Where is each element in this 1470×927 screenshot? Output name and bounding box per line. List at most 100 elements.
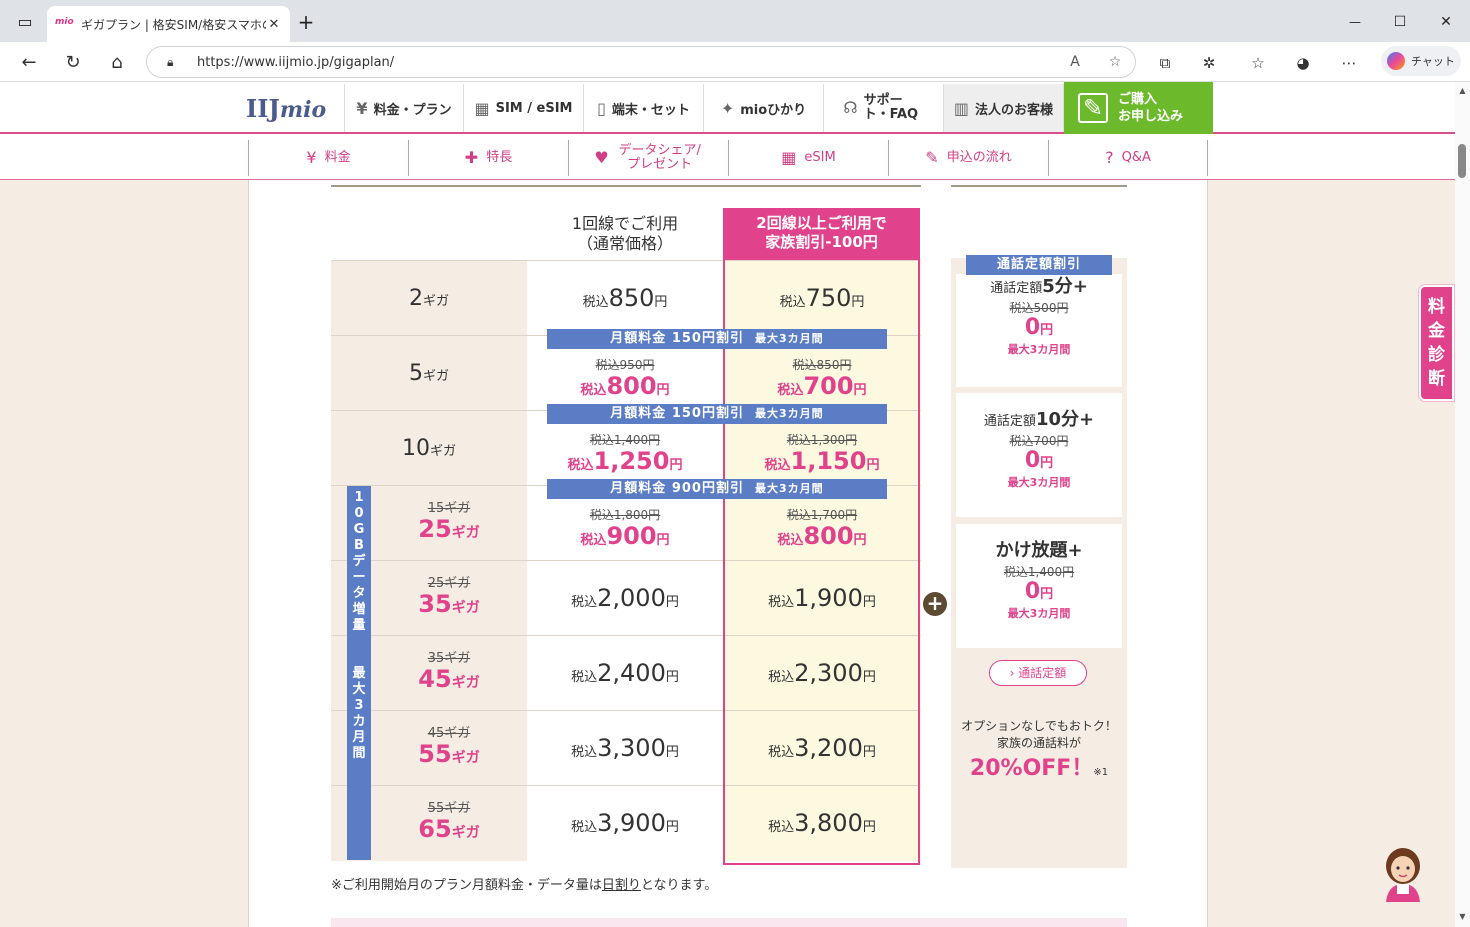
subnav-esim[interactable]: ▦ eSIM [728, 140, 888, 176]
subnav-data-share[interactable]: ♥ データシェア/プレゼント [568, 140, 728, 176]
nav-business[interactable]: ▥ 法人のお客様 [944, 84, 1064, 132]
site-header: IIJmio ¥ 料金・プラン ▦ SIM / eSIM ▯ 端末・セット ✦ mioひ… [0, 82, 1455, 134]
edit-icon: ✎ [1078, 93, 1108, 123]
family-call-promo: オプションなしでもおトク！ 家族の通話料が 20%OFF！※1 [961, 719, 1117, 781]
single-line-price: 税込2,000円 [571, 584, 679, 612]
single-line-price: 税込850円 [582, 284, 668, 312]
feature-icon: ✚ [464, 148, 479, 167]
sim-card-icon: ▦ [474, 98, 490, 118]
page-scrollbar[interactable]: ▲ ▼ [1455, 82, 1470, 927]
single-line-price: 税込3,300円 [571, 734, 679, 762]
favicon-icon: mio [55, 17, 74, 27]
nav-devices[interactable]: ▯ 端末・セット [584, 84, 704, 132]
read-aloud-icon[interactable]: A [1055, 54, 1095, 70]
option-5min: 通話定額5分+ 税込500円 0円 最大3カ月間 [956, 274, 1122, 387]
call-options-panel: 通話定額割引 通話定額5分+ 税込500円 0円 最大3カ月間 通話定額10分+… [951, 255, 1127, 868]
address-bar[interactable]: 🔒︎ https://www.iijmio.jp/gigaplan/ A ☆ [146, 46, 1136, 78]
sub-navigation: ¥ 料金 ✚ 特長 ♥ データシェア/プレゼント ▦ eSIM ✎ 申込の流れ ? Q&A [0, 134, 1455, 180]
nav-support-faq[interactable]: ☊ サポート・FAQ [824, 84, 944, 132]
call-discount-header: 通話定額割引 [966, 255, 1112, 275]
purchase-apply-button[interactable]: ✎ ご購入 お申し込み [1064, 82, 1213, 134]
daily-proration-link[interactable]: 日割り [602, 878, 641, 893]
nav-mio-hikari[interactable]: ✦ mioひかり [704, 84, 824, 132]
table-row: 55ギガ 65ギガ 税込3,900円 税込3,800円 [331, 785, 921, 861]
family-price: 税込3,800円 [723, 786, 921, 861]
subnav-pricing[interactable]: ¥ 料金 [248, 140, 408, 176]
nav-sim-esim[interactable]: ▦ SIM / eSIM [464, 84, 584, 132]
family-price: 税込3,200円 [723, 711, 921, 786]
minimize-button[interactable]: — [1343, 10, 1367, 34]
price-diagnosis-tab[interactable]: 料金診断 [1419, 285, 1454, 401]
tab-title: ギガプラン | 格安SIM/格安スマホのIIJ [81, 17, 266, 32]
support-mascot-icon[interactable] [1380, 844, 1426, 902]
copilot-chat-button[interactable]: チャット [1381, 46, 1461, 76]
option-10min: 通話定額10分+ 税込700円 0円 最大3カ月間 [956, 393, 1122, 517]
sparkle-icon: ✦ [720, 98, 735, 118]
data-amount-cell: 2ギガ [331, 261, 527, 336]
split-screen-icon[interactable]: ⧉ [1152, 50, 1178, 76]
more-menu-icon[interactable]: ⋯ [1336, 50, 1362, 76]
yen-icon: ¥ [356, 98, 368, 118]
tab-actions-icon[interactable]: ▭ [13, 10, 37, 34]
extensions-icon[interactable]: ✲ [1196, 50, 1222, 76]
scroll-down-icon[interactable]: ▼ [1457, 912, 1468, 921]
single-line-price: 税込2,400円 [571, 659, 679, 687]
chat-label: チャット [1411, 55, 1455, 68]
discount-band-10gb: 月額料金 150円割引 最大3カ月間 [547, 404, 887, 424]
family-price: 税込750円 [723, 261, 921, 336]
data-amount-cell: 10ギガ [331, 411, 527, 486]
maximize-button[interactable]: ☐ [1388, 10, 1412, 34]
url-text[interactable]: https://www.iijmio.jp/gigaplan/ [197, 55, 1055, 70]
browser-tab[interactable]: mio ギガプラン | 格安SIM/格安スマホのIIJ ✕ [47, 6, 290, 42]
address-toolbar: ← ↻ ⌂ 🔒︎ https://www.iijmio.jp/gigaplan/… [0, 42, 1470, 82]
scrollbar-thumb[interactable] [1458, 144, 1466, 178]
home-icon[interactable]: ⌂ [104, 50, 130, 76]
family-price: 税込1,900円 [723, 561, 921, 636]
phone-icon: ▯ [597, 98, 606, 118]
form-icon: ✎ [925, 148, 939, 167]
esim-icon: ▦ [781, 148, 797, 167]
main-content: 1回線でご利用 （通常価格） 2回線以上ご利用で 家族割引-100円 2ギガ 税込85… [248, 180, 1208, 927]
copilot-icon [1387, 52, 1406, 70]
new-tab-button[interactable]: + [294, 10, 318, 34]
browser-window: ▭ mio ギガプラン | 格安SIM/格安スマホのIIJ ✕ + — ☐ ✕ … [0, 0, 1470, 927]
subnav-features[interactable]: ✚ 特長 [408, 140, 568, 176]
section-divider [331, 918, 1127, 927]
gift-icon: ♥ [594, 148, 609, 167]
plus-icon: + [923, 592, 947, 616]
data-boost-label: 10GBデータ増量最大3カ月間 [347, 486, 371, 860]
nav-pricing[interactable]: ¥ 料金・プラン [344, 84, 464, 132]
divider [331, 185, 921, 187]
option-unlimited: かけ放題+ 税込1,400円 0円 最大3カ月間 [956, 524, 1122, 648]
profile-avatar[interactable]: ◕ [1290, 50, 1316, 76]
discount-band-25gb: 月額料金 900円割引 最大3カ月間 [547, 479, 887, 499]
call-plan-button[interactable]: › 通話定額 [989, 660, 1087, 686]
single-line-price: 税込3,900円 [571, 809, 679, 837]
subnav-flow[interactable]: ✎ 申込の流れ [888, 140, 1048, 176]
column-header-single: 1回線でご利用 （通常価格） [571, 214, 679, 253]
tab-close-icon[interactable]: ✕ [266, 17, 282, 32]
footnote: ※ご利用開始月のプラン月額料金・データ量は日割りとなります。 [331, 878, 718, 893]
reload-icon[interactable]: ↻ [60, 50, 86, 76]
back-arrow-icon[interactable]: ← [16, 50, 42, 76]
scroll-up-icon[interactable]: ▲ [1457, 86, 1468, 95]
table-row: 2ギガ 税込850円 税込750円 [331, 260, 921, 336]
divider [951, 185, 1127, 187]
tab-strip: ▭ mio ギガプラン | 格安SIM/格安スマホのIIJ ✕ + — ☐ ✕ [0, 0, 1470, 42]
data-amount-cell: 5ギガ [331, 336, 527, 411]
question-icon: ? [1105, 148, 1114, 167]
close-window-button[interactable]: ✕ [1434, 10, 1458, 34]
lock-icon: 🔒︎ [167, 54, 174, 69]
headset-icon: ☊ [843, 98, 858, 117]
iijmio-logo[interactable]: IIJmio [246, 94, 326, 123]
column-header-family: 2回線以上ご利用で 家族割引-100円 [723, 208, 920, 270]
money-bag-icon: ¥ [306, 148, 317, 167]
table-row: 45ギガ 55ギガ 税込3,300円 税込3,200円 [331, 710, 921, 786]
building-icon: ▥ [953, 98, 970, 118]
web-page: IIJmio ¥ 料金・プラン ▦ SIM / eSIM ▯ 端末・セット ✦ mioひ… [0, 82, 1455, 927]
favorites-icon[interactable]: ☆ [1245, 50, 1271, 76]
table-row: 35ギガ 45ギガ 税込2,400円 税込2,300円 [331, 635, 921, 711]
family-price: 税込2,300円 [723, 636, 921, 711]
subnav-qa[interactable]: ? Q&A [1048, 140, 1208, 176]
favorite-star-icon[interactable]: ☆ [1095, 54, 1135, 70]
